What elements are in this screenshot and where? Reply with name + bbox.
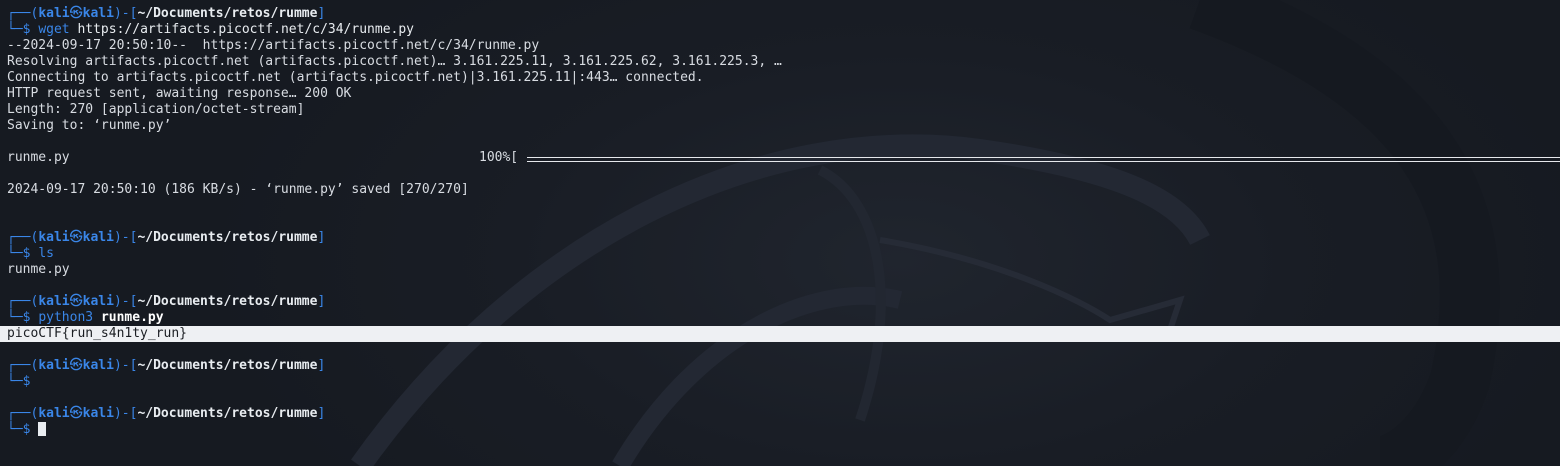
prompt-header: ┌──(kali㉿kali)-[~/Documents/retos/rumme] bbox=[7, 294, 326, 309]
prompt-command: └─$ wget https://artifacts.picoctf.net/c… bbox=[7, 22, 414, 37]
prompt-header: ┌──(kali㉿kali)-[~/Documents/retos/rumme] bbox=[7, 406, 326, 421]
prompt-header: ┌──(kali㉿kali)-[~/Documents/retos/rumme] bbox=[7, 230, 326, 245]
prompt-header: ┌──(kali㉿kali)-[~/Documents/retos/rumme] bbox=[7, 358, 326, 373]
output-line: Resolving artifacts.picoctf.net (artifac… bbox=[7, 54, 782, 69]
kali-skull-icon: ㉿ bbox=[69, 406, 83, 421]
progress-percent: 100%[ bbox=[479, 150, 519, 165]
prompt-command: └─$ python3 runme.py bbox=[7, 310, 164, 325]
prompt-input[interactable]: └─$ bbox=[7, 422, 1560, 438]
progress-filename: runme.py bbox=[7, 150, 70, 165]
kali-skull-icon: ㉿ bbox=[69, 6, 83, 21]
progress-bar bbox=[527, 157, 1560, 162]
download-progress: runme.py 100%[ bbox=[7, 150, 1560, 166]
prompt-header: ┌──(kali㉿kali)-[~/Documents/retos/rumme] bbox=[7, 6, 326, 21]
output-line: 2024-09-17 20:50:10 (186 KB/s) - ‘runme.… bbox=[7, 182, 469, 197]
prompt-command: └─$ ls bbox=[7, 246, 54, 261]
terminal[interactable]: ┌──(kali㉿kali)-[~/Documents/retos/rumme]… bbox=[0, 0, 1560, 438]
output-line: Saving to: ‘runme.py’ bbox=[7, 118, 172, 133]
terminal-cursor bbox=[38, 422, 47, 436]
output-line: --2024-09-17 20:50:10-- https://artifact… bbox=[7, 38, 540, 53]
output-line: Connecting to artifacts.picoctf.net (art… bbox=[7, 70, 704, 85]
kali-skull-icon: ㉿ bbox=[69, 294, 83, 309]
kali-skull-icon: ㉿ bbox=[69, 230, 83, 245]
kali-skull-icon: ㉿ bbox=[69, 358, 83, 373]
output-line: HTTP request sent, awaiting response… 20… bbox=[7, 86, 352, 101]
output-line: Length: 270 [application/octet-stream] bbox=[7, 102, 305, 117]
flag-output: picoCTF{run_s4n1ty_run} bbox=[0, 326, 1560, 342]
prompt-command: └─$ bbox=[7, 374, 31, 389]
output-line: runme.py bbox=[7, 262, 70, 277]
